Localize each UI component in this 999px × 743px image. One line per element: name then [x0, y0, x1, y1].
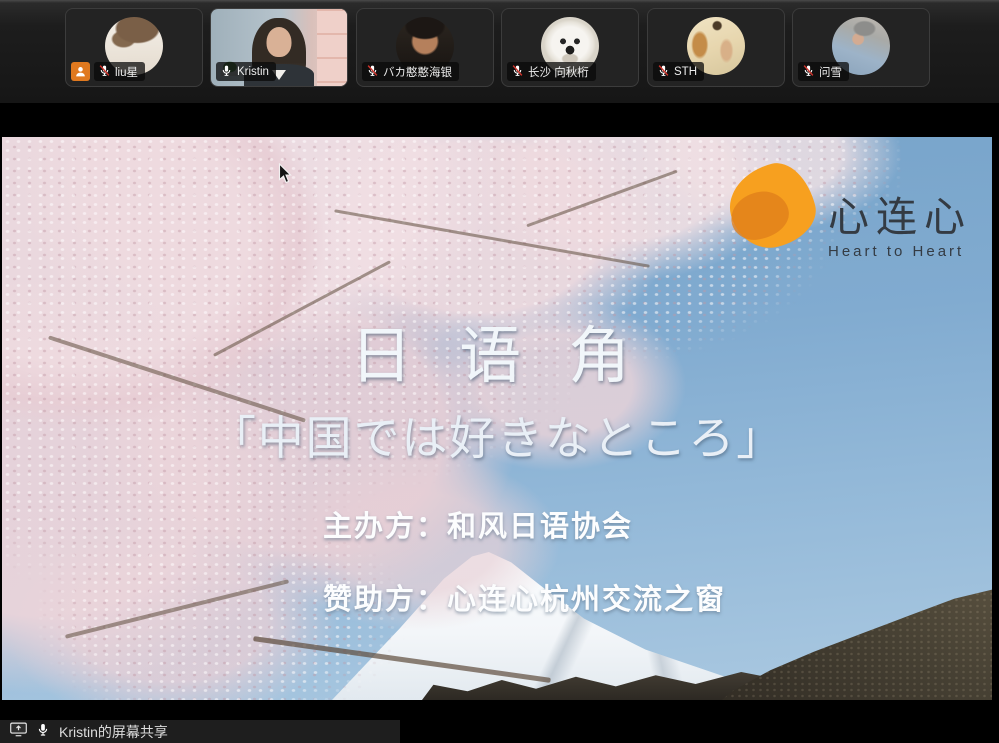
name-label: STH [653, 62, 704, 81]
name-label: 问雪 [798, 62, 849, 81]
participant-strip: liu星 Kristin [0, 0, 999, 103]
meeting-window: liu星 Kristin [0, 0, 999, 743]
participant-tile[interactable]: Kristin [210, 8, 348, 87]
name-label: liu星 [94, 62, 145, 81]
participant-name: Kristin [237, 66, 269, 78]
mic-muted-icon [366, 64, 379, 80]
participant-tile[interactable]: 问雪 [792, 8, 930, 87]
participant-tile[interactable]: liu星 [65, 8, 203, 87]
mic-icon [36, 722, 50, 742]
slide-title: 日 语 角 [2, 305, 992, 395]
participant-tile[interactable]: バカ憨憨海银 [356, 8, 494, 87]
mic-live-icon [220, 64, 233, 80]
person-badge-icon [71, 62, 90, 81]
share-status-bar: Kristin的屏幕共享 [0, 720, 400, 743]
participant-name: バカ憨憨海银 [383, 64, 452, 80]
slide-sponsor-line: 赞助方：心连心杭州交流之窗 [323, 576, 726, 618]
logo-name: 心连心 [828, 195, 972, 239]
participant-name: 问雪 [819, 64, 842, 80]
mic-muted-icon [657, 64, 670, 80]
participant-tile[interactable]: STH [647, 8, 785, 87]
participant-tile[interactable]: 长沙 向秋桁 [501, 8, 639, 87]
participant-name: liu星 [115, 64, 138, 80]
mic-muted-icon [802, 64, 815, 80]
screen-share-icon [10, 722, 27, 742]
participant-name: 长沙 向秋桁 [528, 64, 589, 80]
slide-subtitle: 「中国では好きなところ」 [2, 402, 992, 468]
mouse-cursor-icon [278, 163, 293, 189]
shared-screen-stage: 心连心 Heart to Heart 日 语 角 「中国では好きなところ」 主办… [2, 137, 992, 700]
name-label: Kristin [216, 62, 276, 81]
share-status-label: Kristin的屏幕共享 [59, 722, 168, 742]
name-label: 长沙 向秋桁 [507, 62, 596, 81]
logo-tagline: Heart to Heart [828, 243, 972, 260]
participant-name: STH [674, 66, 697, 78]
mic-muted-icon [98, 64, 111, 80]
heart-to-heart-logo: 心连心 Heart to Heart [730, 165, 972, 260]
logo-heart-blob-icon [730, 165, 814, 247]
mic-muted-icon [511, 64, 524, 80]
name-label: バカ憨憨海银 [362, 62, 459, 81]
slide-organizer-line: 主办方：和风日语协会 [323, 503, 633, 545]
